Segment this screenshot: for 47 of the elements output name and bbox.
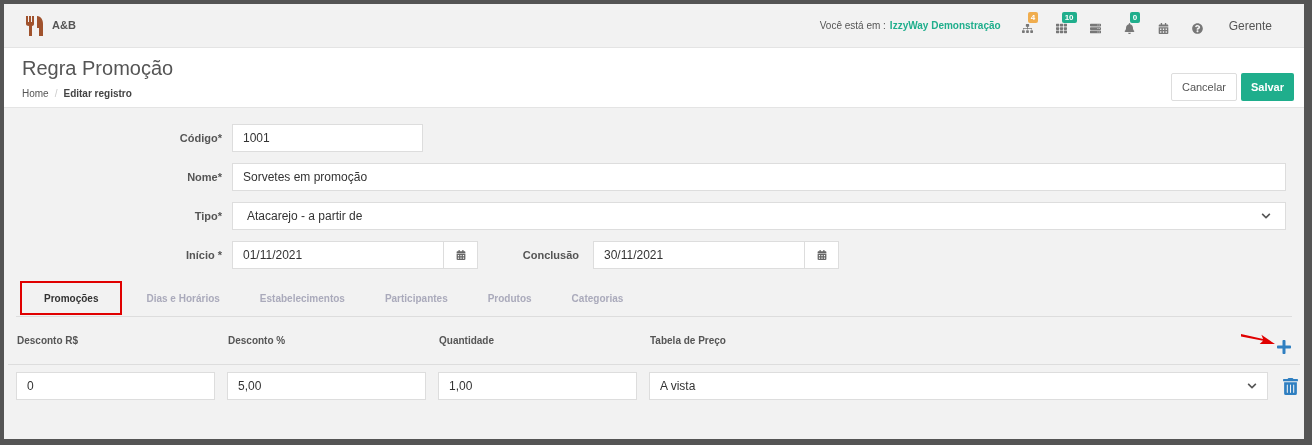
add-button[interactable]: [1276, 338, 1292, 355]
field-label: Conclusão: [521, 247, 580, 263]
user-menu[interactable]: Gerente: [1228, 16, 1272, 35]
bell-icon: [1124, 23, 1136, 34]
calendar-icon: [816, 250, 827, 260]
price-table-select[interactable]: A vista: [649, 372, 1268, 400]
cancel-button[interactable]: Cancelar: [1170, 73, 1237, 101]
chevron-icon: [1261, 211, 1271, 221]
add-icon: [1276, 338, 1292, 355]
trash-icon: [1282, 377, 1299, 395]
date-field[interactable]: 01/11/2021: [232, 241, 444, 269]
count-badge: 10: [1061, 11, 1077, 23]
column-header: Desconto R$: [16, 334, 80, 348]
location-label: Você está em :: [819, 19, 886, 33]
sitemap-icon: [1022, 23, 1034, 34]
list-icon: [1090, 23, 1102, 34]
column-header: Quantidade: [438, 334, 495, 348]
fork-knife-icon: [26, 15, 44, 36]
column-header: Tabela de Preço: [649, 334, 727, 348]
breadcrumb-current: Editar registro: [63, 87, 132, 101]
count-badge: 4: [1027, 11, 1039, 23]
chevron-icon: [1247, 381, 1257, 391]
breadcrumb-link[interactable]: Home: [22, 86, 49, 101]
discount-percent-field[interactable]: 5,00: [227, 372, 426, 400]
calendar-icon: [455, 250, 466, 260]
tab[interactable]: Promoções: [20, 281, 123, 315]
column-header: Desconto %: [227, 334, 287, 348]
count-badge: 0: [1129, 11, 1141, 23]
page-title: Regra Promoção: [22, 56, 174, 80]
date-field[interactable]: 30/11/2021: [593, 241, 805, 269]
calendar-button[interactable]: [805, 241, 839, 269]
field-label: Nome*: [186, 169, 223, 185]
grid-icon: [1056, 23, 1068, 34]
calendar-icon: [1158, 23, 1170, 34]
type-select[interactable]: Atacarejo - a partir de: [232, 202, 1286, 230]
field-label: Início *: [184, 247, 223, 263]
calendar-button[interactable]: [444, 241, 478, 269]
help-icon: [1192, 23, 1204, 34]
breadcrumb-separator: /: [54, 87, 58, 101]
delete-button[interactable]: [1282, 377, 1299, 395]
quantity-field[interactable]: 1,00: [438, 372, 637, 400]
name-field[interactable]: Sorvetes em promoção: [232, 163, 1286, 191]
app-name: A&B: [52, 18, 76, 34]
code-field[interactable]: 1001: [232, 124, 423, 152]
discount-amount-field[interactable]: 0: [16, 372, 215, 400]
field-label: Tipo*: [193, 208, 223, 224]
field-label: Código*: [178, 130, 223, 146]
